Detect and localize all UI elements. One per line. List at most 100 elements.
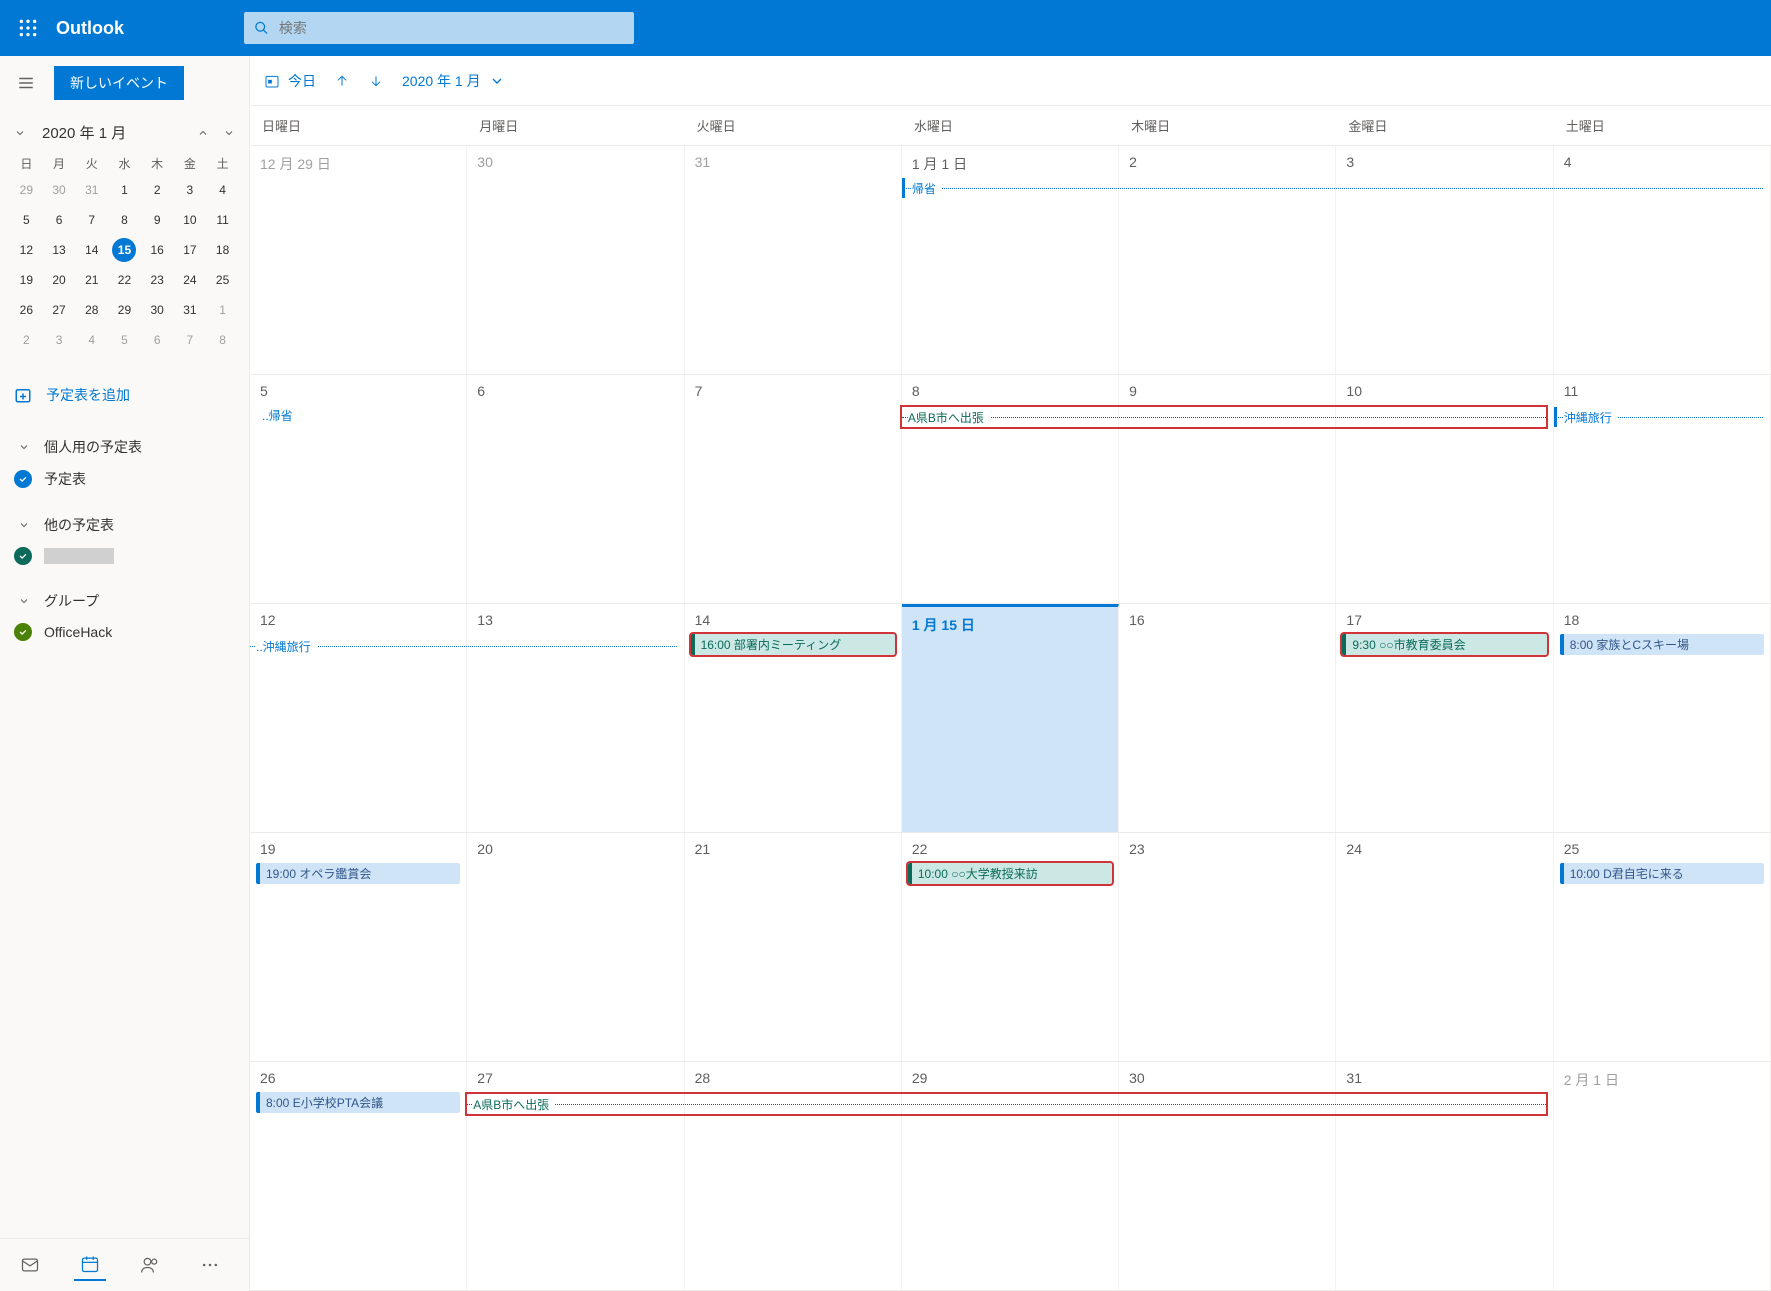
add-calendar-button[interactable]: 予定表を追加 (0, 373, 249, 417)
day-cell[interactable]: 5..帰省 (250, 375, 467, 603)
mini-day[interactable]: 5 (108, 325, 141, 355)
day-cell[interactable]: 12 月 29 日 (250, 146, 467, 374)
event[interactable]: 8:00 家族とCスキー場 (1560, 634, 1764, 655)
mini-day[interactable]: 2 (10, 325, 43, 355)
day-cell[interactable]: 268:00 E小学校PTA会議 (250, 1062, 467, 1290)
hamburger-icon[interactable] (10, 67, 42, 99)
mini-day[interactable]: 5 (10, 205, 43, 235)
mini-day[interactable]: 26 (10, 295, 43, 325)
mini-day[interactable]: 7 (75, 205, 108, 235)
chevron-down-icon[interactable] (10, 123, 30, 143)
mini-day[interactable]: 9 (141, 205, 174, 235)
mini-day[interactable]: 7 (174, 325, 207, 355)
mini-day[interactable]: 22 (108, 265, 141, 295)
mini-day[interactable]: 18 (206, 235, 239, 265)
mini-day[interactable]: 31 (174, 295, 207, 325)
event[interactable]: 10:00 ○○大学教授来訪 (908, 863, 1112, 884)
day-cell[interactable]: 188:00 家族とCスキー場 (1554, 604, 1771, 832)
prev-button[interactable] (334, 73, 350, 89)
mini-day[interactable]: 14 (75, 235, 108, 265)
month-picker[interactable]: 2020 年 1 月 (402, 71, 505, 91)
mini-day[interactable]: 16 (141, 235, 174, 265)
day-number: 13 (473, 610, 677, 630)
mini-day[interactable]: 25 (206, 265, 239, 295)
day-cell[interactable]: 7 (685, 375, 902, 603)
mini-day[interactable]: 29 (10, 175, 43, 205)
mini-day[interactable]: 24 (174, 265, 207, 295)
event[interactable]: 10:00 D君自宅に来る (1560, 863, 1764, 884)
mini-day[interactable]: 28 (75, 295, 108, 325)
section-group[interactable]: グループ (14, 585, 239, 617)
mini-day[interactable]: 27 (43, 295, 76, 325)
calendar-icon[interactable] (74, 1249, 106, 1281)
day-cell[interactable]: 31 (685, 146, 902, 374)
day-cell[interactable]: 6 (467, 375, 684, 603)
new-event-button[interactable]: 新しいイベント (54, 66, 184, 100)
next-button[interactable] (368, 73, 384, 89)
people-icon[interactable] (134, 1249, 166, 1281)
mini-day[interactable]: 8 (108, 205, 141, 235)
section-personal[interactable]: 個人用の予定表 (14, 431, 239, 463)
calendar-item-personal[interactable]: 予定表 (14, 463, 239, 495)
next-month-icon[interactable] (219, 123, 239, 143)
mini-day[interactable]: 31 (75, 175, 108, 205)
mini-month-label: 2020 年 1 月 (36, 122, 187, 143)
day-cell[interactable]: 20 (467, 833, 684, 1061)
mini-day[interactable]: 20 (43, 265, 76, 295)
event-span[interactable]: 沖縄旅行 (1554, 407, 1764, 427)
event-span[interactable]: A県B市へ出張 (467, 1094, 1546, 1114)
mini-day[interactable]: 1 (206, 295, 239, 325)
mini-day[interactable]: 3 (174, 175, 207, 205)
mini-day[interactable]: 19 (10, 265, 43, 295)
day-cell[interactable]: 2210:00 ○○大学教授来訪 (902, 833, 1119, 1061)
mini-day[interactable]: 11 (206, 205, 239, 235)
mini-day[interactable]: 2 (141, 175, 174, 205)
day-cell[interactable]: 2510:00 D君自宅に来る (1554, 833, 1771, 1061)
event[interactable]: 9:30 ○○市教育委員会 (1342, 634, 1546, 655)
mini-day[interactable]: 6 (43, 205, 76, 235)
mini-day[interactable]: 17 (174, 235, 207, 265)
event[interactable]: 8:00 E小学校PTA会議 (256, 1092, 460, 1113)
day-cell[interactable]: 1 月 15 日 (902, 604, 1119, 832)
mini-day[interactable]: 1 (108, 175, 141, 205)
mini-day[interactable]: 8 (206, 325, 239, 355)
event[interactable]: ..帰省 (256, 405, 460, 426)
mini-day[interactable]: 15 (108, 235, 141, 265)
day-cell[interactable]: 16 (1119, 604, 1336, 832)
event[interactable]: 16:00 部署内ミーティング (691, 634, 895, 655)
mini-day[interactable]: 4 (75, 325, 108, 355)
section-other[interactable]: 他の予定表 (14, 509, 239, 541)
app-launcher-icon[interactable] (8, 8, 48, 48)
event-span[interactable]: ..沖縄旅行 (250, 636, 677, 656)
mini-day[interactable]: 12 (10, 235, 43, 265)
mini-day[interactable]: 3 (43, 325, 76, 355)
mini-day[interactable]: 4 (206, 175, 239, 205)
mini-day[interactable]: 21 (75, 265, 108, 295)
prev-month-icon[interactable] (193, 123, 213, 143)
day-cell[interactable]: 23 (1119, 833, 1336, 1061)
mini-day[interactable]: 13 (43, 235, 76, 265)
search-box[interactable] (244, 12, 634, 44)
search-input[interactable] (279, 20, 624, 36)
day-cell[interactable]: 2 月 1 日 (1554, 1062, 1771, 1290)
event[interactable]: 19:00 オペラ鑑賞会 (256, 863, 460, 884)
day-cell[interactable]: 21 (685, 833, 902, 1061)
mail-icon[interactable] (14, 1249, 46, 1281)
today-button[interactable]: 今日 (264, 71, 316, 91)
day-cell[interactable]: 179:30 ○○市教育委員会 (1336, 604, 1553, 832)
event-span[interactable]: A県B市へ出張 (902, 407, 1546, 427)
mini-day[interactable]: 30 (141, 295, 174, 325)
mini-day[interactable]: 29 (108, 295, 141, 325)
calendar-item-group[interactable]: OfficeHack (14, 617, 239, 647)
mini-day[interactable]: 30 (43, 175, 76, 205)
day-cell[interactable]: 24 (1336, 833, 1553, 1061)
day-cell[interactable]: 1416:00 部署内ミーティング (685, 604, 902, 832)
more-icon[interactable] (194, 1249, 226, 1281)
mini-day[interactable]: 6 (141, 325, 174, 355)
day-cell[interactable]: 1919:00 オペラ鑑賞会 (250, 833, 467, 1061)
mini-day[interactable]: 10 (174, 205, 207, 235)
event-span[interactable]: 帰省 (902, 178, 1764, 198)
mini-day[interactable]: 23 (141, 265, 174, 295)
day-cell[interactable]: 30 (467, 146, 684, 374)
calendar-item-other[interactable] (14, 541, 239, 571)
